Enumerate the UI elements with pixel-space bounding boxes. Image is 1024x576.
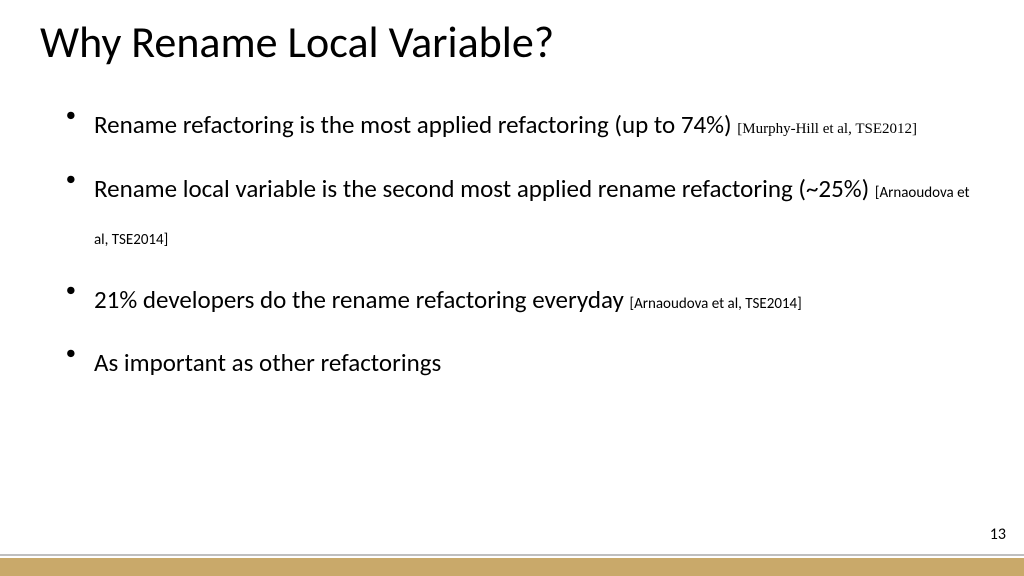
bullet-list: Rename refactoring is the most applied r… [40,101,984,387]
bullet-item: Rename refactoring is the most applied r… [70,101,984,149]
slide-container: Why Rename Local Variable? Rename refact… [0,0,1024,576]
bullet-text: As important as other refactorings [94,347,441,378]
page-number: 13 [990,525,1006,544]
bullet-item: Rename local variable is the second most… [70,165,984,260]
bullet-text: Rename local variable is the second most… [94,173,875,204]
divider-line [0,554,1024,556]
bullet-item: 21% developers do the rename refactoring… [70,276,984,324]
slide-title: Why Rename Local Variable? [40,15,984,69]
bullet-text: Rename refactoring is the most applied r… [94,109,737,140]
citation-text: [Murphy-Hill et al, TSE2012] [737,121,917,137]
bullet-item: As important as other refactorings [70,339,984,387]
accent-bar [0,558,1024,576]
citation-text: [Arnaoudova et al, TSE2014] [629,295,801,313]
bullet-text: 21% developers do the rename refactoring… [94,284,629,315]
